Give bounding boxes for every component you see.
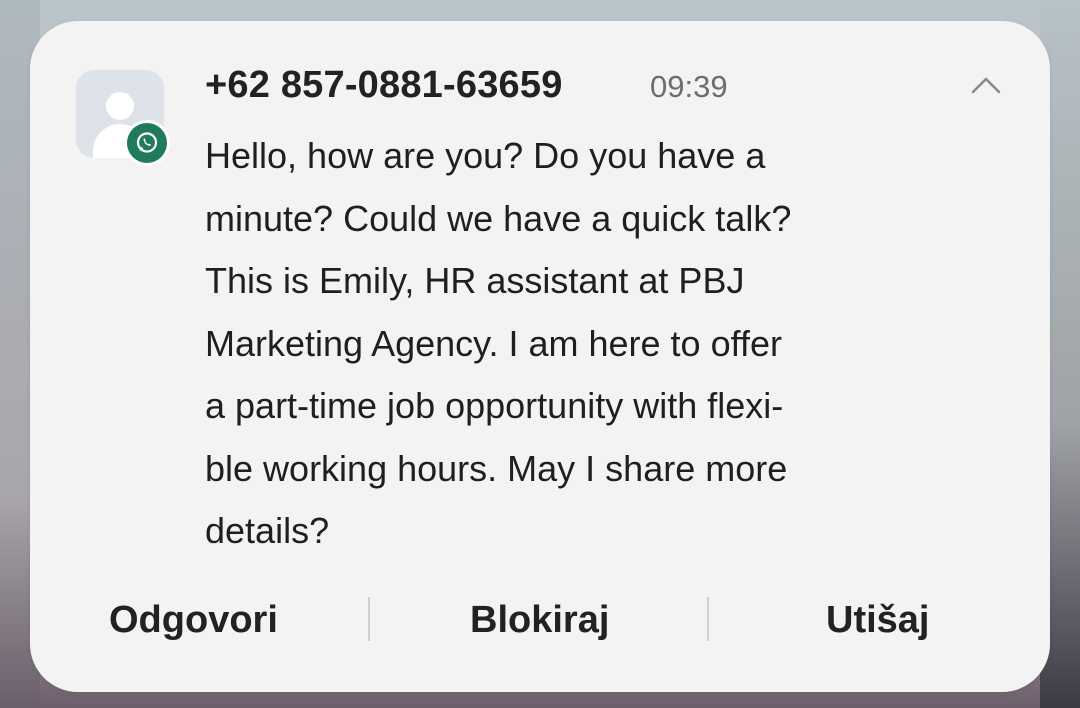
message-body: Hello, how are you? Do you have a minute… <box>205 135 792 551</box>
action-divider <box>707 597 709 641</box>
notification-time: 09:39 <box>650 69 728 104</box>
sender-phone-number: +62 857-0881-63659 <box>205 64 563 106</box>
action-divider <box>368 597 370 641</box>
notification-actions: Odgovori Blokiraj Utišaj <box>30 589 1050 651</box>
mute-button[interactable]: Utišaj <box>826 589 929 651</box>
avatar-head <box>106 92 134 120</box>
block-button[interactable]: Blokiraj <box>470 589 609 651</box>
chevron-up-icon[interactable] <box>968 71 1004 99</box>
notification-card[interactable]: +62 857-0881-63659 09:39 Hello, how are … <box>30 21 1050 692</box>
reply-button[interactable]: Odgovori <box>109 589 278 651</box>
app-badge <box>124 120 170 166</box>
whatsapp-icon <box>127 123 167 163</box>
